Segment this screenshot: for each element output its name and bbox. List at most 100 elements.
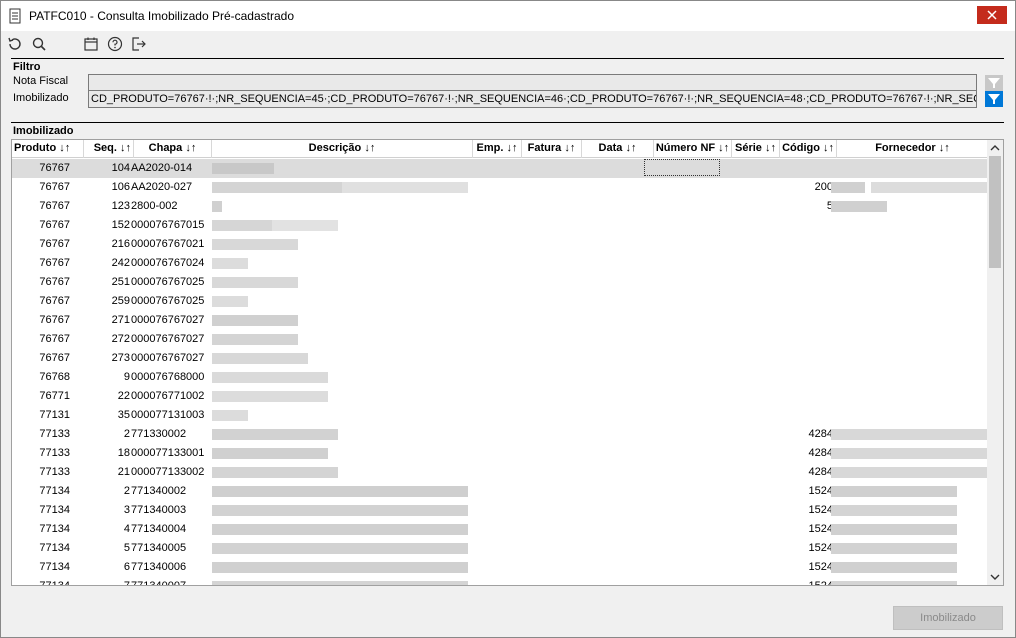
vertical-scrollbar[interactable] xyxy=(987,140,1003,585)
cell-chapa: 000076767027 xyxy=(131,314,205,326)
table-row[interactable]: 77134 4 771340004 1524 xyxy=(12,520,988,539)
imobilizado-field[interactable]: CD_PRODUTO=76767·!·;NR_SEQUENCIA=45·;CD_… xyxy=(88,90,977,108)
cell-descricao xyxy=(208,463,472,482)
table-row[interactable]: 76767 216 000076767021 xyxy=(12,235,988,254)
table-row[interactable]: 76767 104 AA2020-014 xyxy=(12,159,988,178)
table-row[interactable]: 76767 259 000076767025 xyxy=(12,292,988,311)
cell-seq: 9 xyxy=(123,371,130,383)
column-header-descricao[interactable]: Descrição ↓↑ xyxy=(212,140,473,158)
cell-seq: 123 xyxy=(111,200,130,212)
cell-produto: 77134 xyxy=(39,504,70,516)
table-row[interactable]: 76767 272 000076767027 xyxy=(12,330,988,349)
close-button[interactable] xyxy=(977,6,1007,24)
scrollbar-thumb[interactable] xyxy=(989,156,1001,268)
cell-chapa: 000076771002 xyxy=(131,390,205,402)
redacted-text xyxy=(212,543,468,554)
cell-descricao xyxy=(208,197,472,216)
table-row[interactable]: 76767 242 000076767024 xyxy=(12,254,988,273)
redacted-text xyxy=(212,372,328,383)
cell-produto: 77133 xyxy=(39,447,70,459)
column-header-fornecedor[interactable]: Fornecedor ↓↑ xyxy=(837,140,988,158)
table-row[interactable]: 76771 22 000076771002 xyxy=(12,387,988,406)
table-row[interactable]: 76767 273 000076767027 xyxy=(12,349,988,368)
calendar-button[interactable] xyxy=(81,34,101,54)
cell-chapa: 000077133001 xyxy=(131,447,205,459)
cell-chapa: 000076767025 xyxy=(131,295,205,307)
redacted-text xyxy=(212,429,338,440)
imobilizado-grid[interactable]: Produto ↓↑ Seq. ↓↑ Chapa ↓↑ Descrição ↓↑… xyxy=(11,139,1004,586)
cell-chapa: 000076767027 xyxy=(131,333,205,345)
cell-seq: 35 xyxy=(117,409,130,421)
title-bar: PATFC010 - Consulta Imobilizado Pré-cada… xyxy=(1,1,1015,31)
column-header-fatura[interactable]: Fatura ↓↑ xyxy=(522,140,582,158)
cell-seq: 272 xyxy=(111,333,130,345)
column-header-serie[interactable]: Série ↓↑ xyxy=(732,140,780,158)
table-row[interactable]: 76767 123 2800-002 5 xyxy=(12,197,988,216)
column-header-codigo[interactable]: Código ↓↑ xyxy=(780,140,837,158)
cell-chapa: 000076767025 xyxy=(131,276,205,288)
redacted-text xyxy=(212,353,308,364)
cell-produto: 77134 xyxy=(39,523,70,535)
chevron-up-icon[interactable] xyxy=(987,141,1003,155)
table-row[interactable]: 77134 3 771340003 1524 xyxy=(12,501,988,520)
chevron-down-icon[interactable] xyxy=(987,570,1003,584)
cell-produto: 76767 xyxy=(39,162,70,174)
calendar-icon xyxy=(84,37,98,51)
cell-fornecedor xyxy=(827,311,987,330)
redacted-text xyxy=(212,239,298,250)
exit-icon xyxy=(132,37,146,51)
redacted-text xyxy=(212,201,222,212)
table-row[interactable]: 76767 152 000076767015 xyxy=(12,216,988,235)
cell-produto: 76767 xyxy=(39,200,70,212)
exit-button[interactable] xyxy=(129,34,149,54)
column-header-numero-nf[interactable]: Número NF ↓↑ xyxy=(654,140,732,158)
column-header-seq[interactable]: Seq. ↓↑ xyxy=(84,140,134,158)
table-row[interactable]: 77133 21 000077133002 4284 xyxy=(12,463,988,482)
imobilizado-button[interactable]: Imobilizado xyxy=(893,606,1003,630)
redacted-text xyxy=(212,562,468,573)
cell-chapa: 000077133002 xyxy=(131,466,205,478)
table-row[interactable]: 77131 35 000077131003 xyxy=(12,406,988,425)
cell-produto: 77134 xyxy=(39,580,70,586)
main-window: PATFC010 - Consulta Imobilizado Pré-cada… xyxy=(0,0,1016,638)
table-row[interactable]: 77133 18 000077133001 4284 xyxy=(12,444,988,463)
cell-fornecedor xyxy=(827,444,987,463)
column-header-emp[interactable]: Emp. ↓↑ xyxy=(473,140,522,158)
column-header-produto[interactable]: Produto ↓↑ xyxy=(12,140,84,158)
refresh-button[interactable] xyxy=(5,34,25,54)
table-row[interactable]: 76767 271 000076767027 xyxy=(12,311,988,330)
table-row[interactable]: 76767 106 AA2020-027 200 xyxy=(12,178,988,197)
column-header-data[interactable]: Data ↓↑ xyxy=(582,140,654,158)
imobilizado-label: Imobilizado xyxy=(13,92,69,104)
cell-seq: 242 xyxy=(111,257,130,269)
cell-seq: 106 xyxy=(111,181,130,193)
table-row[interactable]: 76767 251 000076767025 xyxy=(12,273,988,292)
filter-icon xyxy=(985,91,1003,107)
help-button[interactable] xyxy=(105,34,125,54)
redacted-text xyxy=(831,505,957,516)
focused-cell xyxy=(644,159,720,176)
cell-seq: 216 xyxy=(111,238,130,250)
table-row[interactable]: 77134 7 771340007 1524 xyxy=(12,577,988,586)
cell-seq: 152 xyxy=(111,219,130,231)
table-row[interactable]: 77134 2 771340002 1524 xyxy=(12,482,988,501)
cell-seq: 259 xyxy=(111,295,130,307)
table-row[interactable]: 77134 5 771340005 1524 xyxy=(12,539,988,558)
cell-produto: 76767 xyxy=(39,295,70,307)
cell-descricao xyxy=(208,425,472,444)
redacted-text xyxy=(831,429,987,440)
redacted-text xyxy=(212,524,468,535)
table-row[interactable]: 77134 6 771340006 1524 xyxy=(12,558,988,577)
cell-seq: 271 xyxy=(111,314,130,326)
redacted-text xyxy=(831,182,865,193)
cell-fornecedor xyxy=(827,482,987,501)
cell-chapa: 771340003 xyxy=(131,504,187,516)
divider xyxy=(11,122,1004,123)
cell-seq: 6 xyxy=(123,561,130,573)
table-row[interactable]: 76768 9 000076768000 xyxy=(12,368,988,387)
column-header-chapa[interactable]: Chapa ↓↑ xyxy=(134,140,212,158)
search-button[interactable] xyxy=(29,34,49,54)
table-row[interactable]: 77133 2 771330002 4284 xyxy=(12,425,988,444)
cell-produto: 76767 xyxy=(39,276,70,288)
imobilizado-filter-button[interactable] xyxy=(984,90,1004,108)
